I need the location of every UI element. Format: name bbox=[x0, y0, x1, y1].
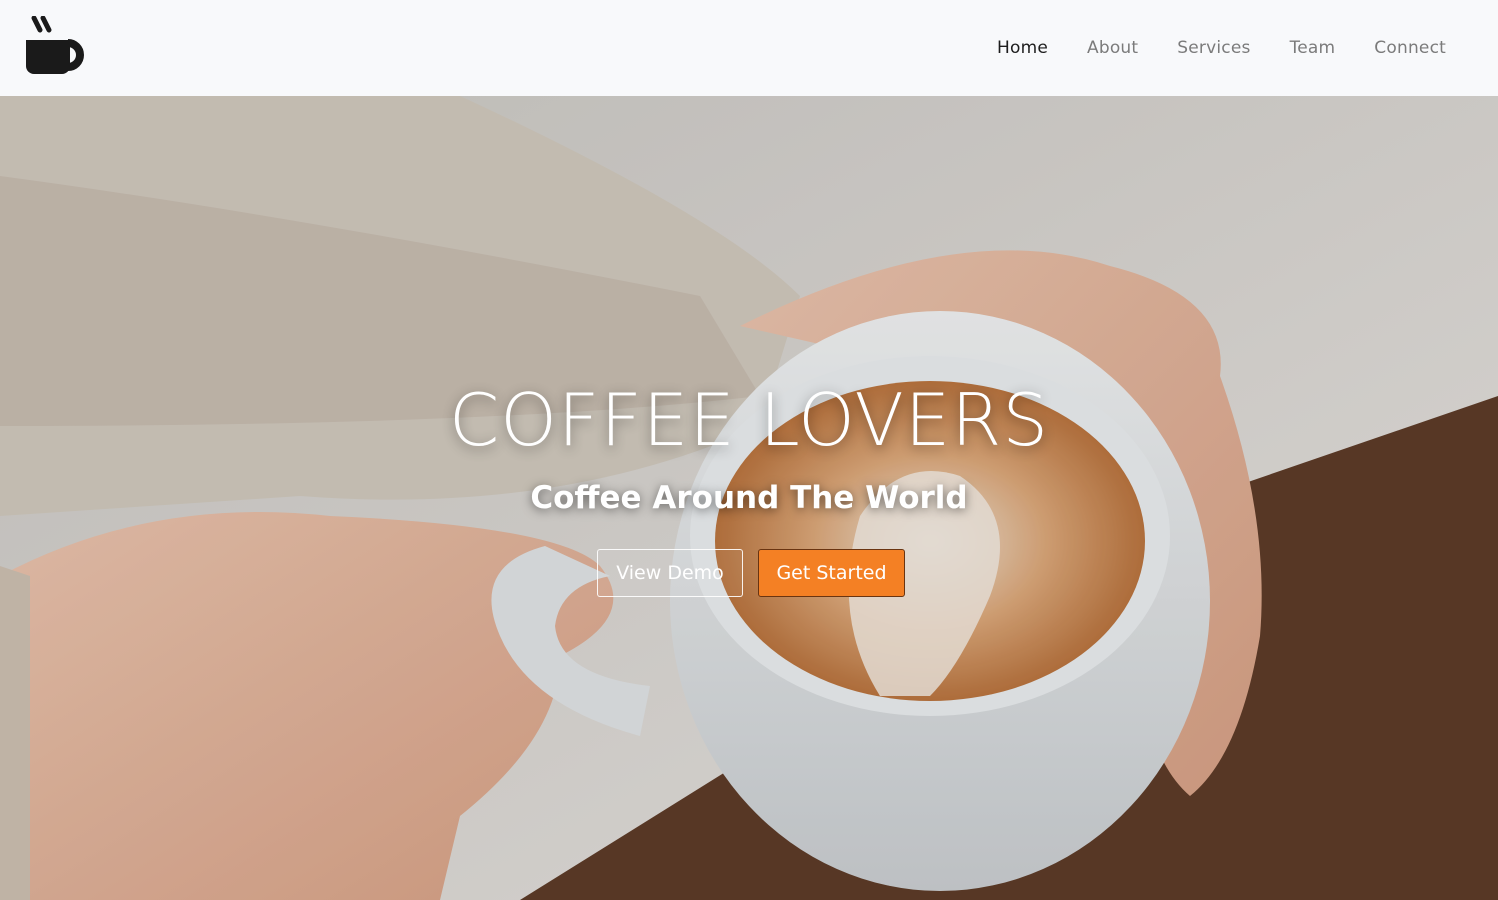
hero-subtitle: Coffee Around The World bbox=[530, 480, 968, 516]
hero-title: COFFEE LOVERS bbox=[448, 378, 1050, 462]
hero-section: COFFEE LOVERS Coffee Around The World Vi… bbox=[0, 96, 1498, 900]
nav-connect-link[interactable]: Connect bbox=[1374, 38, 1446, 58]
get-started-button[interactable]: Get Started bbox=[758, 549, 905, 597]
navbar: Home About Services Team Connect bbox=[0, 0, 1498, 96]
nav-services-link[interactable]: Services bbox=[1177, 38, 1250, 58]
view-demo-button[interactable]: View Demo bbox=[597, 549, 743, 597]
nav-home-link[interactable]: Home bbox=[997, 38, 1048, 58]
nav-team-link[interactable]: Team bbox=[1290, 38, 1336, 58]
nav-about-link[interactable]: About bbox=[1087, 38, 1138, 58]
main-nav: Home About Services Team Connect bbox=[958, 0, 1446, 96]
coffee-cup-icon[interactable] bbox=[24, 16, 88, 80]
